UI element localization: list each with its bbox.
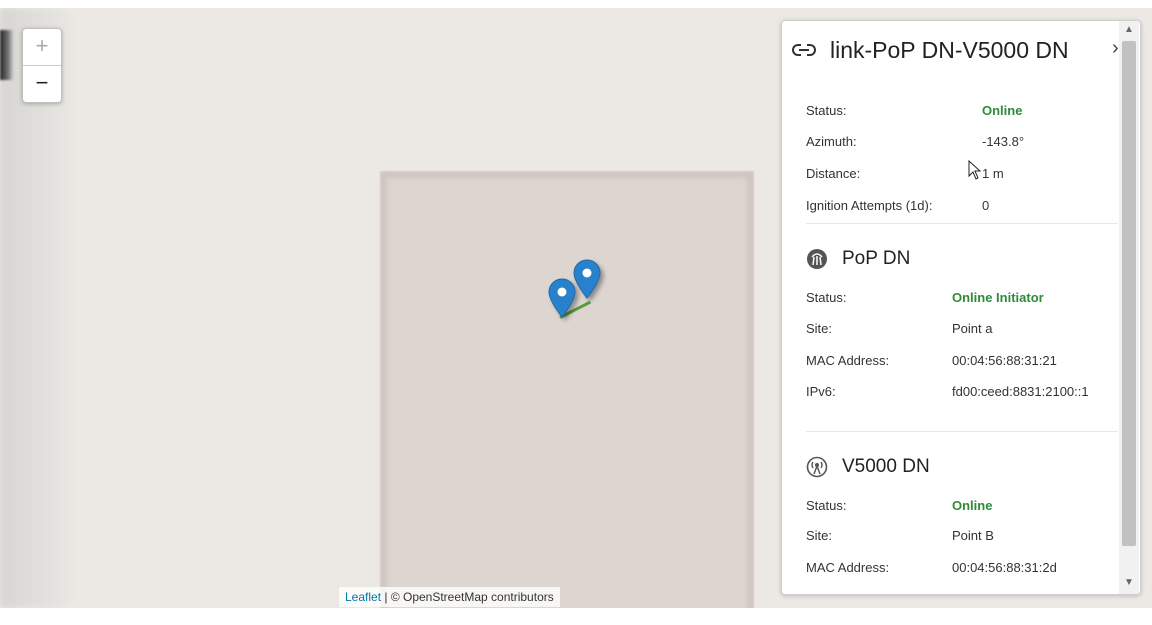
map-edge-shadow [0, 30, 14, 80]
node-b-site-value: Point B [952, 528, 994, 543]
zoom-out-button[interactable]: − [23, 66, 61, 102]
map-attribution: Leaflet | © OpenStreetMap contributors [339, 587, 560, 607]
building-footprint [380, 171, 754, 608]
node-a-mac-value: 00:04:56:88:31:21 [952, 353, 1057, 368]
map-marker-v5000-dn[interactable] [573, 259, 601, 299]
node-a-status-label: Status: [806, 290, 847, 305]
radio-node-icon [806, 456, 828, 478]
leaflet-link[interactable]: Leaflet [345, 590, 381, 604]
link-status-value: Online [982, 103, 1023, 118]
node-a-mac-label: MAC Address: [806, 353, 890, 368]
link-details-panel: link-PoP DN-V5000 DN › Status: Online Az… [781, 20, 1141, 595]
link-ignition-label: Ignition Attempts (1d): [806, 198, 933, 213]
node-b-name: V5000 DN [842, 456, 930, 477]
node-a-ipv6-label: IPv6: [806, 384, 836, 399]
node-b-status-label: Status: [806, 498, 847, 513]
scroll-up-icon[interactable]: ▲ [1124, 25, 1134, 35]
panel-scrollbar[interactable]: ▲ ▼ [1119, 21, 1139, 594]
node-b-mac-value: 00:04:56:88:31:2d [952, 560, 1057, 575]
scroll-thumb[interactable] [1122, 41, 1136, 546]
attribution-text: | © OpenStreetMap contributors [381, 590, 554, 604]
section-divider [806, 431, 1118, 432]
scroll-down-icon[interactable]: ▼ [1124, 578, 1134, 588]
zoom-control: + − [22, 28, 62, 103]
node-a-site-value: Point a [952, 321, 993, 336]
node-a-site-label: Site: [806, 321, 833, 336]
panel-title: link-PoP DN-V5000 DN [792, 35, 1069, 65]
node-a-name: PoP DN [842, 248, 911, 269]
panel-title-text: link-PoP DN-V5000 DN [830, 36, 1069, 63]
link-distance-label: Distance: [806, 166, 861, 181]
node-b-title: V5000 DN [806, 453, 930, 481]
panel-content[interactable]: link-PoP DN-V5000 DN › Status: Online Az… [782, 21, 1118, 594]
mouse-cursor-icon [968, 160, 982, 180]
close-icon[interactable]: › [1112, 37, 1118, 60]
node-b-status-value: Online [952, 498, 993, 513]
map-marker-pop-dn[interactable] [548, 278, 576, 318]
zoom-in-button[interactable]: + [23, 29, 61, 66]
link-status-label: Status: [806, 103, 847, 118]
pop-node-icon [807, 249, 827, 269]
link-azimuth-value: -143.8° [982, 134, 1025, 149]
node-b-site-label: Site: [806, 528, 833, 543]
link-icon [792, 44, 816, 56]
node-a-status-value: Online Initiator [952, 290, 1044, 305]
section-divider [806, 223, 1118, 224]
node-a-title: PoP DN [806, 245, 910, 273]
link-distance-value: 1 m [982, 166, 1004, 181]
link-ignition-value: 0 [982, 198, 990, 213]
node-b-mac-label: MAC Address: [806, 560, 890, 575]
link-azimuth-label: Azimuth: [806, 134, 857, 149]
node-a-ipv6-value: fd00:ceed:8831:2100::1 [952, 384, 1089, 399]
